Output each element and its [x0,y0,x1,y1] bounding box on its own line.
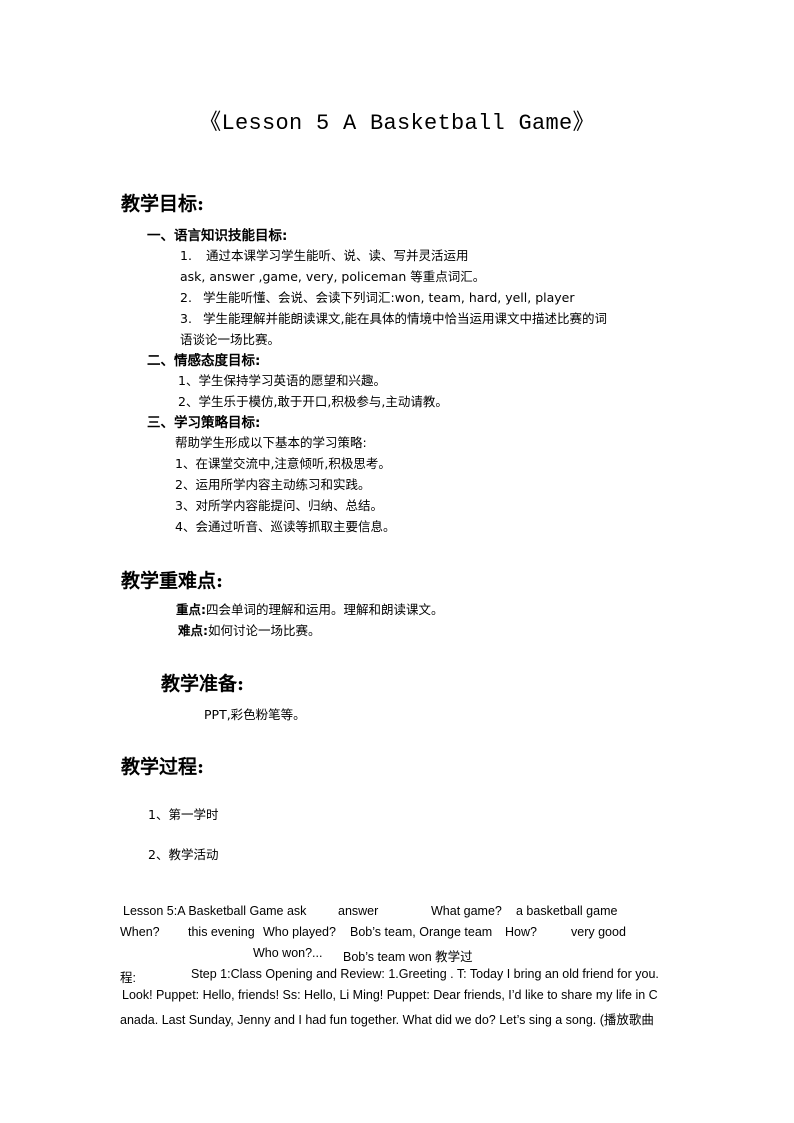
focus-text: 四会单词的理解和运用。理解和朗读课文。 [206,602,444,617]
affective-item-1: 1、学生保持学习英语的愿望和兴趣。 [178,373,386,388]
focus-label: 重点: [176,602,206,617]
body-text: Who won?... [253,946,323,960]
body-text: Bob’s team won 教学过 [343,950,473,964]
body-text: Who played? [263,925,336,939]
process-item-1: 1、第一学时 [148,807,219,822]
key-points-heading: 教学重难点: [121,570,224,592]
preparation-text: PPT,彩色粉笔等。 [204,707,306,722]
strategy-intro: 帮助学生形成以下基本的学习策略: [175,435,367,450]
objectives-heading: 教学目标: [121,193,205,215]
strategy-item-4: 4、会通过听音、巡读等抓取主要信息。 [175,519,396,534]
item-text: 学生能听懂、会说、会读下列词汇:won, team, hard, yell, p… [203,290,575,305]
strategy-item-3: 3、对所学内容能提问、归纳、总结。 [175,498,383,513]
body-text: a basketball game [516,904,618,918]
item-number: 2. [180,290,192,305]
objective-item-1-continued: ask, answer ,game, very, policeman 等重点词汇… [180,269,486,284]
objective-item-2: 2. 学生能听懂、会说、会读下列词汇:won, team, hard, yell,… [180,287,575,306]
body-text: Step 1:Class Opening and Review: 1.Greet… [191,967,659,981]
objective-item-1: 1. 通过本课学习学生能听、说、读、写并灵活运用 [180,245,469,264]
body-text: anada. Last Sunday, Jenny and I had fun … [120,1013,654,1027]
body-text: 程: [120,971,136,985]
item-text: 学生能理解并能朗读课文,能在具体的情境中恰当运用课文中描述比赛的词 [203,311,607,326]
difficulty-line: 难点:如何讨论一场比赛。 [178,620,321,639]
body-text: Bob’s team, Orange team [350,925,493,939]
body-text: answer [338,904,379,918]
focus-line: 重点:四会单词的理解和运用。理解和朗读课文。 [176,599,444,618]
item-number: 3. [180,311,192,326]
body-text: this evening [188,925,255,939]
strategy-item-2: 2、运用所学内容主动练习和实践。 [175,477,371,492]
body-text: When? [120,925,160,939]
body-text: Lesson 5:A Basketball Game ask [123,904,307,918]
affective-attitude-heading: 二、情感态度目标: [147,353,261,369]
language-skills-heading: 一、语言知识技能目标: [147,228,288,244]
strategy-item-1: 1、在课堂交流中,注意倾听,积极思考。 [175,456,391,471]
difficulty-label: 难点: [178,623,208,638]
objective-item-3: 3. 学生能理解并能朗读课文,能在具体的情境中恰当运用课文中描述比赛的词 [180,308,607,327]
process-item-2: 2、教学活动 [148,847,219,862]
learning-strategy-heading: 三、学习策略目标: [147,415,261,431]
body-text: What game? [431,904,502,918]
item-text: 通过本课学习学生能听、说、读、写并灵活运用 [206,248,469,263]
objective-item-3-continued: 语谈论一场比赛。 [180,332,281,347]
process-heading: 教学过程: [121,756,205,778]
item-number: 1. [180,248,192,263]
difficulty-text: 如何讨论一场比赛。 [208,623,321,638]
body-text: very good [571,925,626,939]
preparation-heading: 教学准备: [161,673,245,695]
affective-item-2: 2、学生乐于模仿,敢于开口,积极参与,主动请教。 [178,394,448,409]
body-text: Look! Puppet: Hello, friends! Ss: Hello,… [122,988,658,1002]
body-text: How? [505,925,537,939]
document-title: 《Lesson 5 A Basketball Game》 [199,111,595,136]
